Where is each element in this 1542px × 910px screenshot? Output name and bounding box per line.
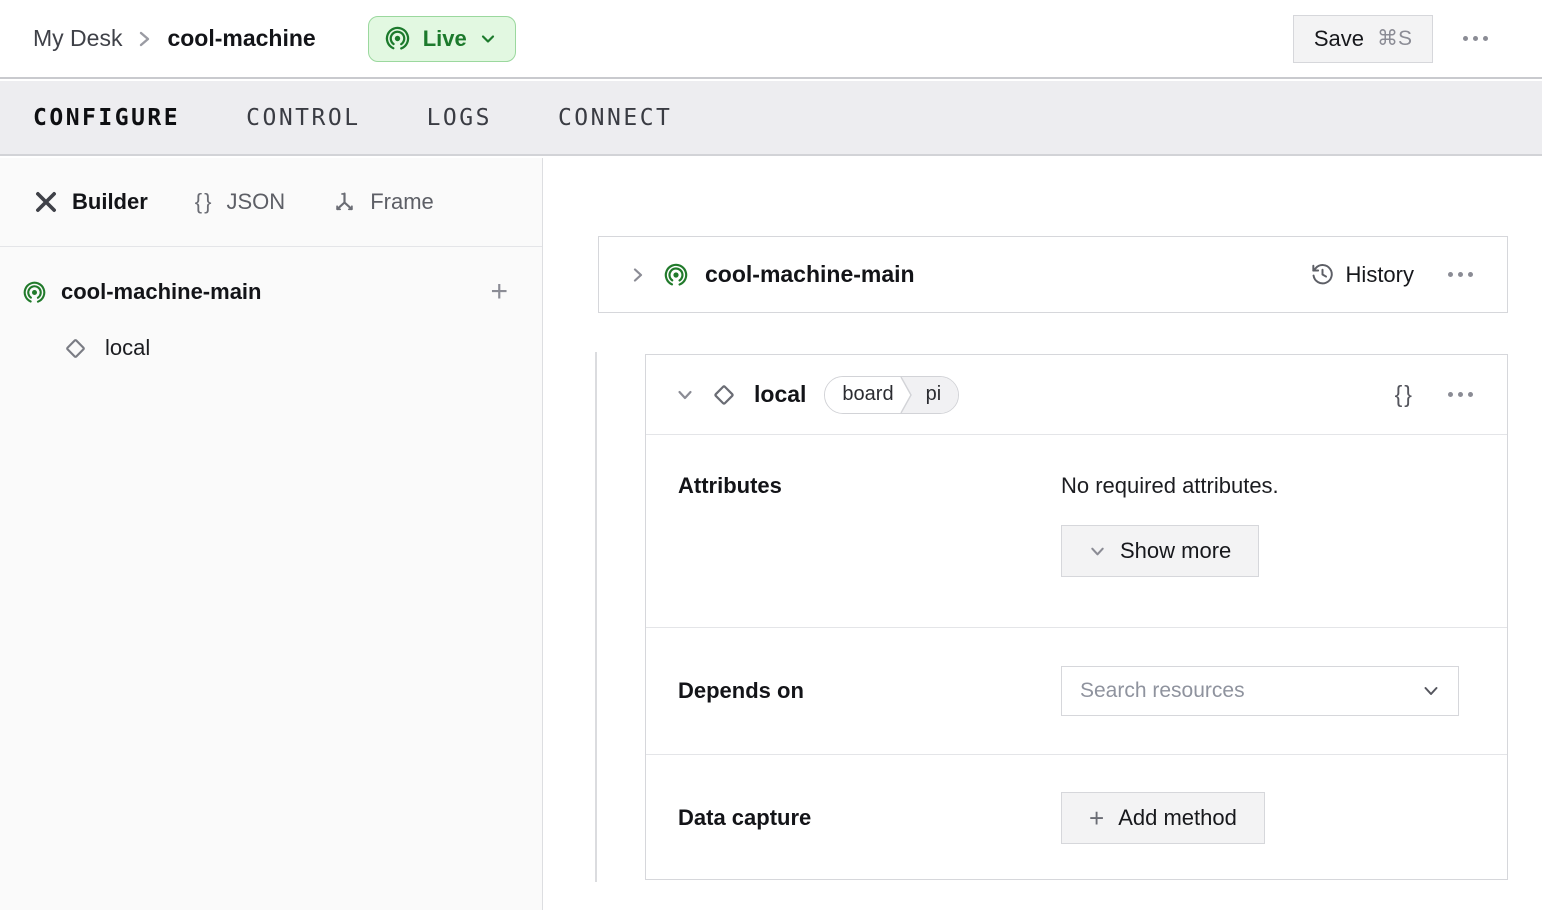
- tree-item-machine-label: cool-machine-main: [61, 279, 261, 305]
- machine-card: cool-machine-main History: [598, 236, 1508, 313]
- frame-axes-icon: [332, 190, 357, 215]
- view-tab-json-label: JSON: [227, 189, 286, 215]
- plus-icon: +: [1089, 805, 1104, 831]
- breadcrumb: My Desk cool-machine: [33, 25, 316, 52]
- tree-connector-line: [595, 352, 597, 882]
- tree-item-machine[interactable]: cool-machine-main +: [0, 263, 542, 321]
- live-label: Live: [423, 26, 467, 52]
- tree-item-local[interactable]: local: [0, 321, 542, 375]
- tools-icon: [33, 189, 59, 215]
- add-method-label: Add method: [1118, 805, 1237, 831]
- config-canvas: cool-machine-main History local: [543, 158, 1542, 910]
- component-type-badge: board pi: [824, 376, 959, 414]
- depends-on-select[interactable]: Search resources: [1061, 666, 1459, 716]
- add-method-button[interactable]: + Add method: [1061, 792, 1265, 844]
- attributes-value: No required attributes. Show more: [1061, 473, 1477, 577]
- config-sidebar: Builder {} JSON Frame co: [0, 158, 543, 910]
- view-tab-json[interactable]: {} JSON: [195, 189, 285, 215]
- history-clock-icon: [1310, 262, 1335, 287]
- data-capture-section: Data capture + Add method: [646, 755, 1507, 881]
- component-card-header: local board pi {}: [646, 355, 1507, 435]
- attributes-section: Attributes No required attributes. Show …: [646, 435, 1507, 628]
- view-tab-frame-label: Frame: [370, 189, 434, 215]
- show-more-label: Show more: [1120, 538, 1231, 564]
- data-capture-value: + Add method: [1061, 792, 1477, 844]
- tab-control[interactable]: CONTROL: [246, 101, 360, 135]
- badge-type: board: [825, 377, 899, 413]
- depends-on-placeholder: Search resources: [1080, 679, 1245, 703]
- depends-on-label: Depends on: [678, 678, 1061, 704]
- component-card-overflow-menu-icon[interactable]: [1444, 386, 1477, 403]
- braces-icon: {}: [195, 189, 214, 215]
- data-capture-label: Data capture: [678, 805, 1061, 831]
- save-label: Save: [1314, 26, 1364, 52]
- tab-configure[interactable]: CONFIGURE: [33, 101, 180, 135]
- live-status-dropdown[interactable]: Live: [368, 16, 516, 62]
- topbar-overflow-menu-icon[interactable]: [1459, 30, 1492, 47]
- tab-connect[interactable]: CONNECT: [558, 101, 672, 135]
- chevron-down-icon: [1089, 543, 1106, 560]
- badge-model: pi: [920, 377, 959, 413]
- component-card-title: local: [754, 381, 806, 408]
- add-component-button[interactable]: +: [490, 277, 508, 307]
- machine-card-overflow-menu-icon[interactable]: [1444, 266, 1477, 283]
- live-broadcast-icon: [384, 25, 411, 52]
- select-chevron-down-icon: [1422, 682, 1440, 700]
- breadcrumb-parent-link[interactable]: My Desk: [33, 25, 122, 52]
- topbar: My Desk cool-machine Live Save ⌘S: [0, 0, 1542, 79]
- attributes-label: Attributes: [678, 473, 1061, 499]
- view-tab-builder[interactable]: Builder: [33, 189, 148, 215]
- view-tab-frame[interactable]: Frame: [332, 189, 434, 215]
- view-mode-tabs: Builder {} JSON Frame: [0, 158, 542, 247]
- show-more-button[interactable]: Show more: [1061, 525, 1259, 577]
- history-button[interactable]: History: [1310, 262, 1414, 288]
- history-label: History: [1346, 262, 1414, 288]
- badge-divider-chevron-icon: [900, 377, 920, 413]
- edit-json-braces-icon[interactable]: {}: [1395, 381, 1414, 408]
- tree-item-local-label: local: [105, 335, 150, 361]
- topbar-actions: Save ⌘S: [1293, 15, 1492, 63]
- view-tab-builder-label: Builder: [72, 189, 148, 215]
- expand-chevron-right-icon[interactable]: [629, 266, 647, 284]
- chevron-down-icon: [479, 30, 497, 48]
- breadcrumb-chevron-icon: [137, 27, 152, 51]
- resource-tree: cool-machine-main + local: [0, 247, 542, 375]
- attributes-empty-text: No required attributes.: [1061, 473, 1477, 499]
- save-button[interactable]: Save ⌘S: [1293, 15, 1433, 63]
- machine-part-icon: [22, 280, 47, 305]
- machine-part-icon: [663, 262, 689, 288]
- machine-card-title: cool-machine-main: [705, 261, 915, 288]
- component-card-local: local board pi {} Attributes No required…: [645, 354, 1508, 880]
- main-tabbar: CONFIGURE CONTROL LOGS CONNECT: [0, 81, 1542, 156]
- component-diamond-icon: [710, 381, 738, 409]
- tab-logs[interactable]: LOGS: [427, 101, 492, 135]
- depends-on-section: Depends on Search resources: [646, 628, 1507, 755]
- collapse-chevron-down-icon[interactable]: [676, 386, 694, 404]
- component-diamond-icon: [62, 335, 89, 362]
- save-shortcut: ⌘S: [1377, 26, 1412, 51]
- machine-config-page: My Desk cool-machine Live Save ⌘S CONFIG…: [0, 0, 1542, 910]
- breadcrumb-current: cool-machine: [167, 25, 315, 52]
